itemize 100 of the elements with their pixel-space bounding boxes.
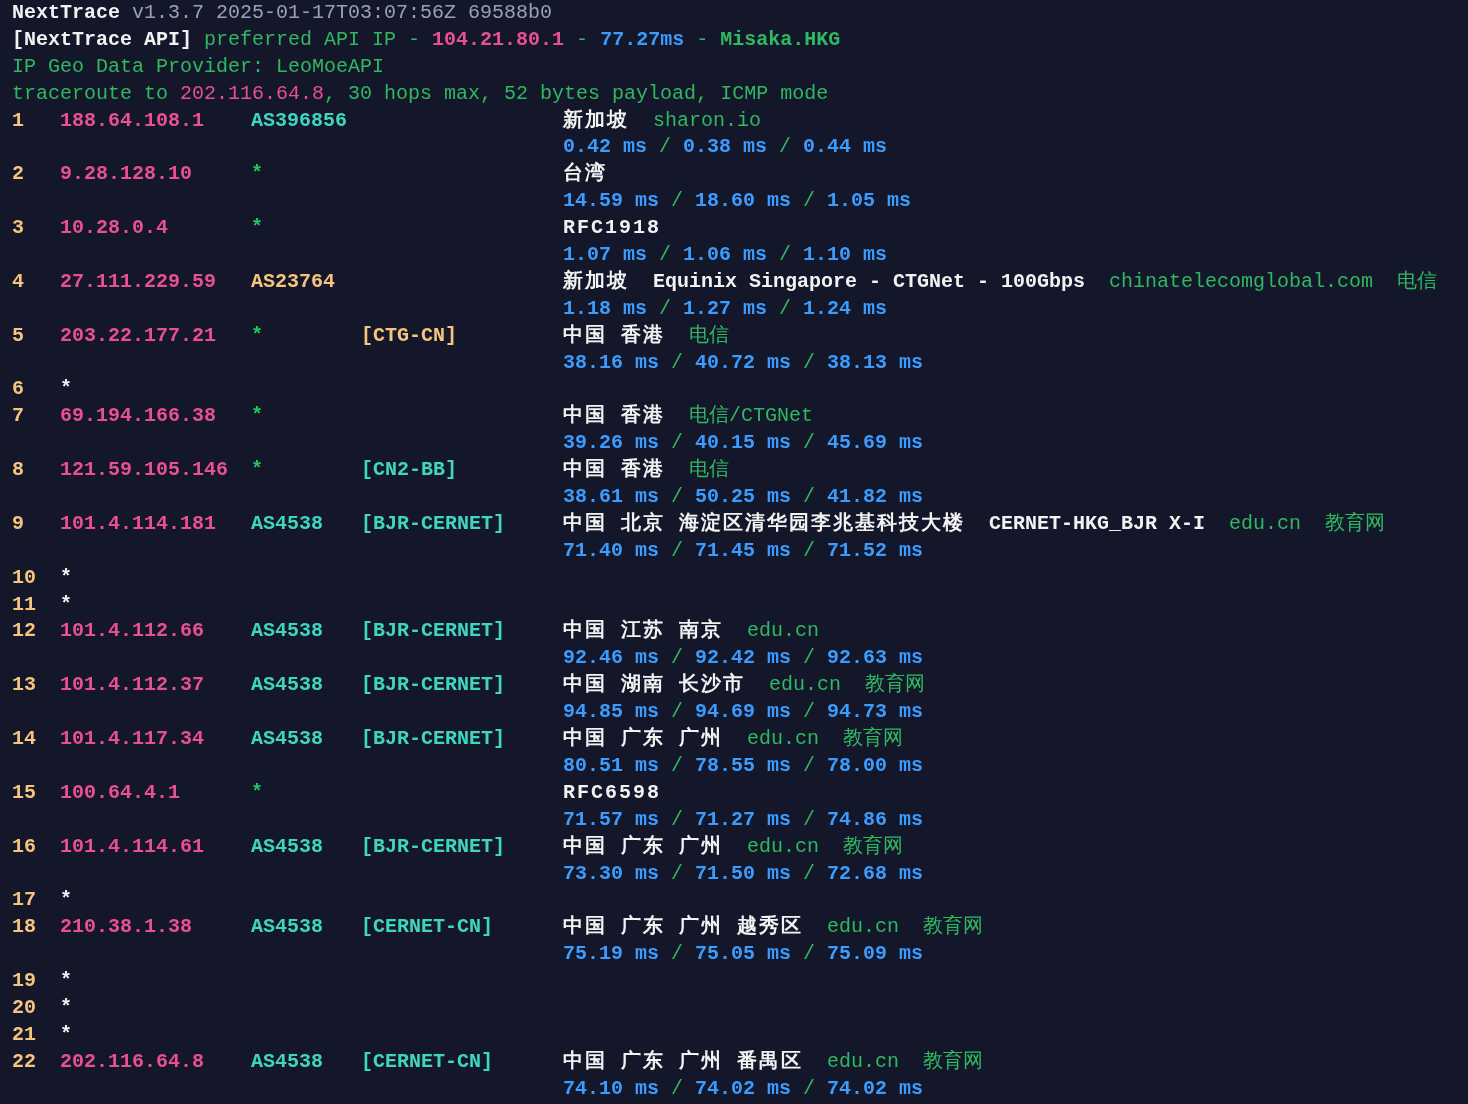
domain-text: edu.cn <box>747 726 820 753</box>
separator-text: / <box>671 645 684 672</box>
hop-number: 4 <box>12 269 24 293</box>
hop-number: 6 <box>12 377 24 401</box>
domain-text: edu.cn <box>747 833 820 860</box>
network-tag: [BJR-CERNET] <box>361 727 506 751</box>
rtt-value: 0.38 ms <box>683 134 768 161</box>
domain-text: edu.cn <box>747 618 820 645</box>
hop-number: 15 <box>12 780 36 804</box>
network-tag: [CN2-BB] <box>361 458 457 482</box>
rtt-value: 1.06 ms <box>683 242 768 268</box>
rtt-value: 38.16 ms <box>563 349 659 376</box>
ip-address: 10.28.0.4 <box>60 216 169 240</box>
separator-text: / <box>779 295 792 322</box>
hop-number: 18 <box>12 915 36 939</box>
rtt-value: 75.09 ms <box>827 941 924 968</box>
rtt-value: 39.26 ms <box>563 430 659 457</box>
separator-text: / <box>659 242 672 268</box>
separator-text: / <box>659 295 672 322</box>
asn-label: AS396856 <box>251 108 347 132</box>
rtt-value: 40.15 ms <box>695 430 792 457</box>
rtt-value: 1.27 ms <box>683 295 768 322</box>
node-name: Misaka.HKG <box>720 26 841 53</box>
router-name: Equinix Singapore - CTGNet - 100Gbps <box>653 268 1086 295</box>
rtt-value: 94.73 ms <box>827 699 924 726</box>
owner-text: 教育网 <box>843 833 904 860</box>
ip-address: 101.4.114.61 <box>60 834 205 858</box>
domain-text: edu.cn <box>827 1048 900 1075</box>
hop-number: 2 <box>12 162 24 186</box>
hop-number: 12 <box>12 619 36 643</box>
rtt-value: 1.07 ms <box>563 242 647 268</box>
separator-text: / <box>671 806 684 833</box>
location-text: 中国 广东 广州 <box>563 833 723 860</box>
ip-address: * <box>60 592 72 616</box>
rtt-value: 74.86 ms <box>827 806 924 833</box>
asn-label: * <box>251 780 263 804</box>
rtt-value: 71.50 ms <box>695 860 792 887</box>
rtt-value: 78.55 ms <box>695 752 792 779</box>
location-text: 中国 北京 海淀区清华园李兆基科技大楼 <box>563 510 965 537</box>
hop-number: 5 <box>12 323 24 347</box>
ip-address: 101.4.114.181 <box>60 511 217 535</box>
rtt-value: 75.05 ms <box>695 941 792 968</box>
location-text: 中国 广东 广州 番禺区 <box>563 1048 803 1075</box>
info-text: , 30 hops max, 52 bytes payload, ICMP mode <box>324 80 829 107</box>
asn-label: AS23764 <box>251 269 335 293</box>
ip-address: 104.21.80.1 <box>432 26 565 53</box>
ip-address: 101.4.112.66 <box>60 619 205 643</box>
location-text: 中国 香港 <box>563 403 665 430</box>
location-text: 新加坡 <box>563 268 629 295</box>
separator-text: / <box>803 645 816 672</box>
router-name: CERNET-HKG_BJR X-I <box>989 510 1206 537</box>
location-text: RFC6598 <box>563 779 661 806</box>
rtt-value: 18.60 ms <box>695 188 792 215</box>
separator-text: / <box>803 349 816 376</box>
rtt-value: 1.18 ms <box>563 295 647 322</box>
separator-text: / <box>803 537 816 564</box>
asn-label: AS4538 <box>251 915 323 939</box>
rtt-value: 41.82 ms <box>827 484 924 511</box>
asn-label: AS4538 <box>251 511 323 535</box>
location-text: 中国 湖南 长沙市 <box>563 672 745 699</box>
separator-text: / <box>671 699 684 726</box>
separator-text: / <box>671 188 684 215</box>
asn-label: * <box>251 458 263 482</box>
hop-number: 10 <box>12 565 36 589</box>
separator-text: / <box>803 430 816 457</box>
owner-text: 教育网 <box>923 1048 984 1075</box>
info-text: - <box>695 26 710 53</box>
location-text: 中国 广东 广州 越秀区 <box>563 914 803 941</box>
ip-address: * <box>60 888 72 912</box>
separator-text: / <box>803 752 816 779</box>
network-tag: [CERNET-CN] <box>361 915 494 939</box>
network-tag: [CERNET-CN] <box>361 1049 494 1073</box>
ip-address: 100.64.4.1 <box>60 780 181 804</box>
separator-text: / <box>803 1075 816 1102</box>
ip-address: 101.4.112.37 <box>60 673 205 697</box>
separator-text: / <box>671 1075 684 1102</box>
rtt-value: 71.52 ms <box>827 537 924 564</box>
separator-text: / <box>671 430 684 457</box>
rtt-value: 74.02 ms <box>827 1075 924 1102</box>
hop-number: 3 <box>12 216 24 240</box>
rtt-value: 94.69 ms <box>695 699 792 726</box>
rtt-value: 78.00 ms <box>827 752 924 779</box>
rtt-value: 75.19 ms <box>563 941 659 968</box>
ip-address: 101.4.117.34 <box>60 727 205 751</box>
asn-label: * <box>251 162 263 186</box>
owner-text: 教育网 <box>923 914 984 941</box>
owner-text: 教育网 <box>843 726 904 753</box>
rtt-value: 1.05 ms <box>827 188 912 215</box>
hop-number: 22 <box>12 1049 36 1073</box>
location-text: 中国 江苏 南京 <box>563 618 723 645</box>
rtt-value: 0.42 ms <box>563 134 647 161</box>
ip-address: 202.116.64.8 <box>60 1049 205 1073</box>
rtt-value: 50.25 ms <box>695 484 792 511</box>
info-text: preferred API IP - <box>203 26 422 53</box>
location-text: 新加坡 <box>563 107 629 134</box>
ip-address: * <box>60 969 72 993</box>
domain-text: sharon.io <box>653 107 762 134</box>
separator-text: / <box>803 860 816 887</box>
network-tag: [BJR-CERNET] <box>361 834 506 858</box>
separator-text: / <box>671 941 684 968</box>
